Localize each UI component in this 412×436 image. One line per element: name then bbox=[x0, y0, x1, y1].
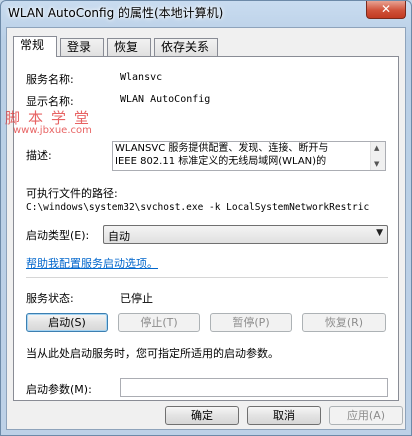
tab-dependencies[interactable]: 依存关系 bbox=[154, 38, 218, 56]
tab-logon[interactable]: 登录 bbox=[60, 38, 104, 56]
executable-path-value: C:\windows\system32\svchost.exe -k Local… bbox=[26, 202, 370, 213]
description-box[interactable]: WLANSVC 服务提供配置、发现、连接、断开与 IEEE 802.11 标准定… bbox=[112, 141, 386, 171]
stop-button[interactable]: 停止(T) bbox=[118, 313, 200, 332]
help-configure-link[interactable]: 帮助我配置服务启动选项。 bbox=[26, 255, 158, 271]
service-status-label: 服务状态: bbox=[26, 292, 74, 305]
resume-button[interactable]: 恢复(R) bbox=[302, 313, 386, 332]
title-bar[interactable]: WLAN AutoConfig 的属性(本地计算机) ✕ bbox=[1, 1, 411, 25]
watermark-url: www.jbxue.com bbox=[13, 125, 92, 136]
description-text: WLANSVC 服务提供配置、发现、连接、断开与 IEEE 802.11 标准定… bbox=[115, 143, 329, 167]
start-params-label: 启动参数(M): bbox=[26, 383, 92, 396]
close-icon: ✕ bbox=[380, 2, 392, 16]
ok-button[interactable]: 确定 bbox=[165, 406, 239, 425]
service-name-value: Wlansvc bbox=[120, 72, 163, 83]
close-button[interactable]: ✕ bbox=[366, 1, 406, 19]
window-title: WLAN AutoConfig 的属性(本地计算机) bbox=[8, 6, 224, 20]
description-label: 描述: bbox=[26, 149, 52, 162]
startup-type-select[interactable]: 自动 ▼ bbox=[103, 225, 388, 244]
tab-recovery[interactable]: 恢复 bbox=[107, 38, 151, 56]
startup-type-value: 自动 bbox=[108, 230, 130, 243]
scroll-up-icon[interactable]: ▲ bbox=[374, 144, 379, 152]
start-button[interactable]: 启动(S) bbox=[26, 313, 108, 332]
service-name-label: 服务名称: bbox=[26, 73, 74, 86]
apply-button[interactable]: 应用(A) bbox=[329, 406, 403, 425]
service-status-value: 已停止 bbox=[120, 292, 153, 305]
startup-type-label: 启动类型(E): bbox=[26, 229, 90, 242]
cancel-button[interactable]: 取消 bbox=[247, 406, 321, 425]
start-params-input[interactable] bbox=[120, 378, 388, 397]
divider bbox=[26, 277, 388, 278]
dialog-body: 常规 登录 恢复 依存关系 服务名称: Wlansvc 显示名称: WLAN A… bbox=[6, 27, 406, 430]
pause-button[interactable]: 暂停(P) bbox=[210, 313, 292, 332]
start-hint-text: 当从此处启动服务时，您可指定所适用的启动参数。 bbox=[26, 347, 279, 360]
description-scrollbar[interactable]: ▲ ▼ bbox=[370, 142, 385, 170]
scroll-down-icon[interactable]: ▼ bbox=[374, 160, 379, 168]
chevron-down-icon: ▼ bbox=[376, 228, 383, 238]
tab-general[interactable]: 常规 bbox=[13, 36, 57, 57]
display-name-value: WLAN AutoConfig bbox=[120, 94, 211, 105]
properties-window: WLAN AutoConfig 的属性(本地计算机) ✕ 常规 登录 恢复 依存… bbox=[0, 0, 412, 436]
executable-path-label: 可执行文件的路径: bbox=[26, 187, 118, 200]
